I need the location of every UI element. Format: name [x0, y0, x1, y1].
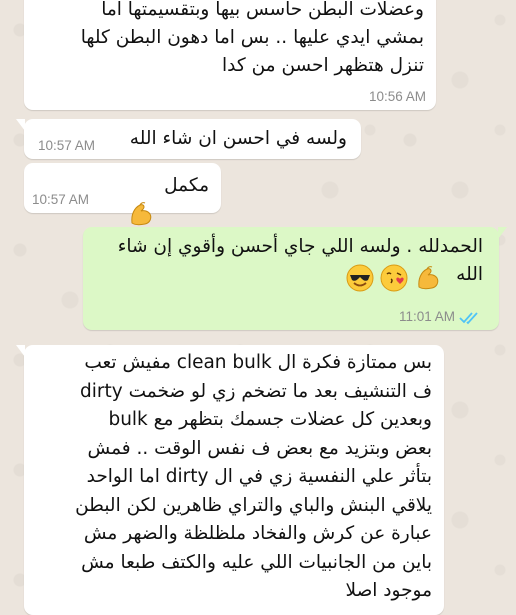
bubble-tail	[16, 345, 25, 357]
message-text: بس ممتازة فكرة ال clean bulk مفيش تعب ف …	[75, 352, 432, 601]
smiling-face-with-sunglasses-icon	[345, 263, 375, 293]
flexed-biceps-icon	[126, 171, 156, 226]
read-receipt-icon	[459, 310, 485, 325]
emoji-row	[345, 263, 443, 293]
message-text: وعضلات البطن حاسس بيها وبتقسيمتها اما بم…	[80, 0, 424, 76]
bubble-tail	[16, 119, 25, 131]
message-text: مكمل	[164, 175, 209, 196]
bubble-tail	[498, 227, 507, 239]
message-bubble-incoming[interactable]: بس ممتازة فكرة ال clean bulk مفيش تعب ف …	[16, 345, 444, 615]
message-bubble-incoming[interactable]: مكمل 10:57 AM	[24, 163, 221, 226]
message-time: 10:56 AM	[368, 89, 426, 104]
face-blowing-kiss-icon	[379, 263, 409, 293]
message-time: 10:57 AM	[38, 138, 96, 153]
flexed-biceps-icon	[413, 263, 443, 293]
message-bubble-incoming[interactable]: ولسه في احسن ان شاء الله 10:57 AM	[16, 119, 361, 159]
message-bubble-incoming[interactable]: وعضلات البطن حاسس بيها وبتقسيمتها اما بم…	[24, 0, 436, 110]
message-bubble-outgoing[interactable]: الحمدلله . ولسه اللي جاي أحسن وأقوي إن ش…	[83, 227, 507, 330]
message-time: 10:57 AM	[32, 192, 90, 207]
message-time: 11:01 AM	[398, 309, 455, 324]
